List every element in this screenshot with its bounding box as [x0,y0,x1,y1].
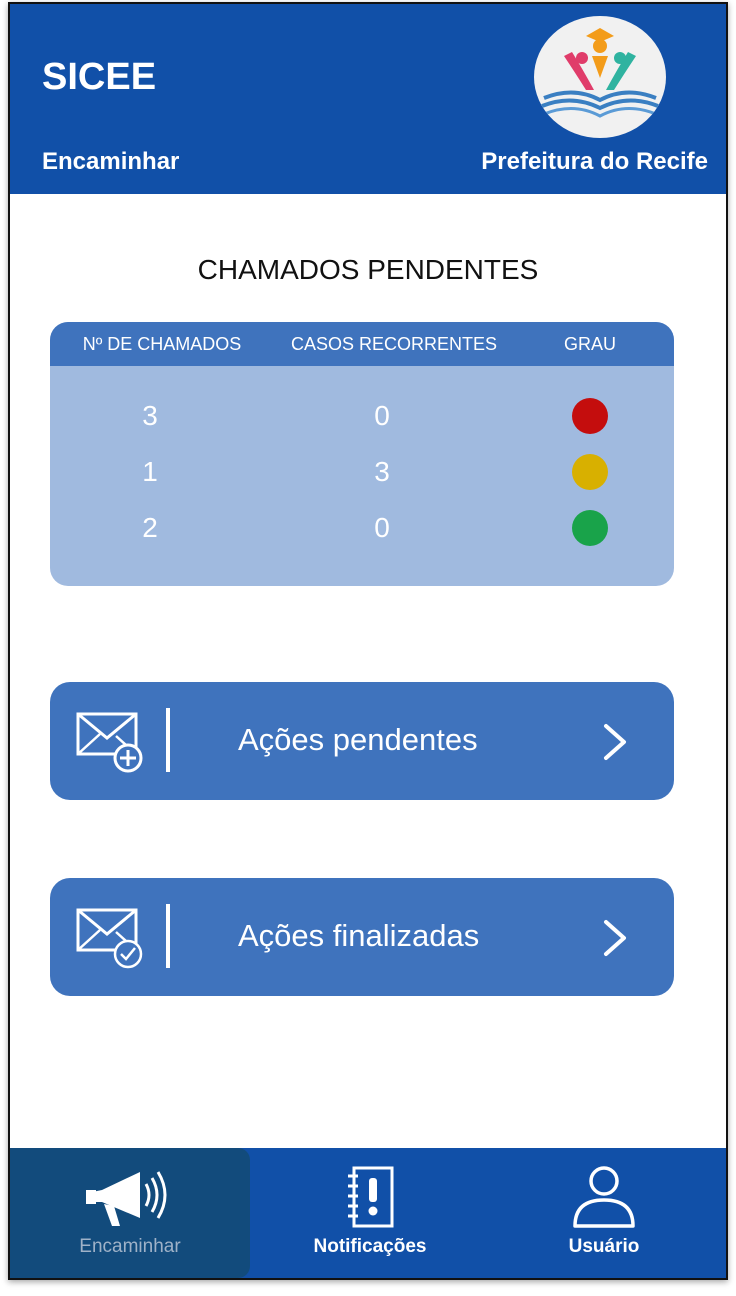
pending-table: Nº DE CHAMADOS CASOS RECORRENTES GRAU 3 … [50,322,674,586]
cell-chamados: 3 [142,400,158,431]
user-icon [484,1164,724,1235]
bottom-navigation: Encaminhar Notificações Usuário [10,1148,726,1278]
nav-item-usuario[interactable]: Usuário [484,1148,724,1278]
pending-actions-button[interactable]: Ações pendentes [50,682,674,800]
page-title: Encaminhar [42,148,180,175]
table-header: Nº DE CHAMADOS CASOS RECORRENTES GRAU [50,322,674,366]
nav-label: Encaminhar [79,1236,181,1257]
grau-indicator-red [572,398,608,434]
cell-recorrentes: 0 [374,512,390,543]
cell-recorrentes: 0 [374,400,390,431]
grau-indicator-yellow [572,454,608,490]
mail-check-icon [76,906,146,975]
notebook-alert-icon [250,1164,490,1235]
pending-actions-label: Ações pendentes [238,722,478,757]
app-frame: SICEE Encaminhar Prefeitura do Recife CH… [8,2,728,1280]
mail-plus-icon [76,710,146,779]
divider [166,904,170,968]
column-header-chamados: Nº DE CHAMADOS [82,334,242,354]
cell-chamados: 2 [142,512,158,543]
prefeitura-logo [534,16,666,138]
finished-actions-label: Ações finalizadas [238,918,480,953]
nav-item-notificacoes[interactable]: Notificações [250,1148,490,1278]
nav-label: Notificações [313,1236,427,1257]
megaphone-icon [10,1164,250,1235]
finished-actions-button[interactable]: Ações finalizadas [50,878,674,996]
chevron-right-icon [600,722,630,767]
section-title: CHAMADOS PENDENTES [197,254,539,285]
cell-chamados: 1 [142,456,158,487]
divider [166,708,170,772]
app-header: SICEE Encaminhar Prefeitura do Recife [10,4,726,194]
cell-recorrentes: 3 [374,456,390,487]
nav-item-encaminhar[interactable]: Encaminhar [10,1148,250,1278]
column-header-recorrentes: CASOS RECORRENTES [290,334,498,354]
nav-label: Usuário [568,1236,640,1257]
organization-name: Prefeitura do Recife [481,148,708,175]
app-title: SICEE [42,56,157,98]
grau-indicator-green [572,510,608,546]
column-header-grau: GRAU [563,334,616,354]
chevron-right-icon [600,918,630,963]
